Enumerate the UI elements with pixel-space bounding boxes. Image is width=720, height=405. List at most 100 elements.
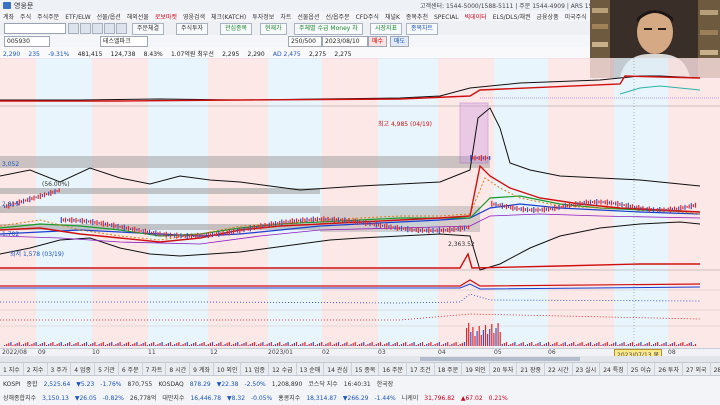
volume-bar xyxy=(163,345,165,346)
ticker-cell: 홍콩지수 xyxy=(278,395,301,402)
candle xyxy=(268,222,270,227)
home-icon[interactable] xyxy=(80,23,91,34)
candle xyxy=(190,233,193,239)
candle xyxy=(629,204,631,208)
volume-bar xyxy=(608,345,610,346)
candle xyxy=(199,234,201,238)
candle xyxy=(403,227,405,230)
candle xyxy=(621,202,623,208)
candle xyxy=(516,206,518,212)
candle xyxy=(354,218,356,225)
bottom-tab-bar: 1 지수 2 지수 3 주가 4 업종 5 기관 6 주문 7 차트 8 시간 9 계좌 10 외… xyxy=(0,362,720,376)
candle xyxy=(476,157,478,159)
candle xyxy=(459,225,461,232)
volume-bar xyxy=(205,345,207,346)
candle xyxy=(283,220,285,224)
volume-bar xyxy=(22,344,25,346)
candle xyxy=(20,200,22,204)
candle xyxy=(146,230,148,234)
volume-bar xyxy=(631,342,634,346)
toolbar-chip[interactable]: 주체별 수급 Money 차 xyxy=(294,23,363,35)
candle xyxy=(73,218,75,222)
search-icon[interactable] xyxy=(68,23,79,34)
volume-bar xyxy=(547,342,550,346)
period-count-field[interactable]: 250/500 xyxy=(288,36,322,47)
volume-bar xyxy=(529,343,531,346)
star-icon[interactable] xyxy=(92,23,103,34)
volume-bar xyxy=(531,342,533,346)
x-axis-label: 12 xyxy=(210,349,218,356)
toolbar-chip[interactable]: 종목차트 xyxy=(406,23,439,35)
volume-bar xyxy=(90,344,92,346)
candle xyxy=(644,207,646,210)
toolbar-chip[interactable]: 주식투자 xyxy=(176,23,209,35)
candle xyxy=(405,226,407,231)
lock-icon[interactable] xyxy=(104,23,115,34)
price-chart[interactable]: 최고 4,985 (04/19) 최저 1,578 (03/19) 3,052 … xyxy=(0,58,720,348)
candle xyxy=(350,220,352,223)
candle xyxy=(71,217,73,224)
ticker-cell: 한국장 xyxy=(376,381,394,388)
candle xyxy=(585,199,587,206)
scrollbar-thumb[interactable] xyxy=(420,357,580,361)
candle xyxy=(371,223,373,226)
volume-bar xyxy=(459,344,461,346)
candle xyxy=(445,229,447,232)
volume-bar xyxy=(274,344,277,346)
volume-bar xyxy=(270,342,272,346)
toolbar-chip[interactable]: 현재가 xyxy=(260,23,287,35)
candle xyxy=(522,206,524,213)
volume-bar xyxy=(363,342,365,346)
candle xyxy=(554,205,556,212)
candle xyxy=(510,205,512,210)
candle xyxy=(39,193,41,200)
volume-bar xyxy=(102,342,104,346)
x-axis-label: 03 xyxy=(378,349,386,356)
volume-bar xyxy=(676,345,678,346)
volume-bar xyxy=(560,344,562,346)
volume-bar xyxy=(440,345,442,346)
candle xyxy=(474,155,476,161)
volume-bar xyxy=(667,345,669,346)
candle xyxy=(62,218,64,222)
candle xyxy=(526,207,529,213)
price-level-2: 2,815 xyxy=(2,201,19,208)
candle xyxy=(613,202,615,205)
sell-button[interactable]: 매도 xyxy=(390,36,410,47)
candle xyxy=(365,220,367,227)
candle xyxy=(466,226,468,229)
date-field[interactable]: 2023/08/10 xyxy=(322,36,368,47)
volume-bar xyxy=(403,343,405,346)
quick-code-input[interactable] xyxy=(4,23,66,34)
volume-bar xyxy=(541,345,543,346)
candle xyxy=(363,220,365,225)
volume-bar xyxy=(348,345,350,346)
volume-bar xyxy=(489,329,491,346)
toolbar-chip[interactable]: 주문체결 xyxy=(132,23,165,35)
stock-name-field[interactable]: 테스엘파크 xyxy=(100,36,148,47)
toolbar-chip[interactable]: 시장지표 xyxy=(370,23,403,35)
volume-bar xyxy=(41,343,43,346)
candle xyxy=(678,206,680,211)
volume-bar xyxy=(245,342,247,346)
volume-bar xyxy=(115,344,117,346)
volume-bar xyxy=(568,344,571,346)
candle xyxy=(201,233,203,239)
volume-bar xyxy=(648,342,650,346)
stock-code-input[interactable]: 005930 xyxy=(4,36,50,47)
toolbar-chip[interactable]: 관심종목 xyxy=(220,23,253,35)
volume-bar xyxy=(123,344,125,346)
gear-icon[interactable] xyxy=(116,23,127,34)
volume-bar xyxy=(392,344,394,346)
candle xyxy=(188,234,190,238)
volume-bar xyxy=(636,344,638,346)
candle xyxy=(144,228,146,235)
candle xyxy=(537,207,539,213)
volume-bar xyxy=(583,345,585,346)
buy-button[interactable]: 매수 xyxy=(368,36,388,47)
candle xyxy=(48,191,50,196)
candle xyxy=(211,232,214,238)
volume-bar xyxy=(176,343,178,346)
volume-bar xyxy=(216,344,218,346)
volume-bar xyxy=(73,344,75,346)
